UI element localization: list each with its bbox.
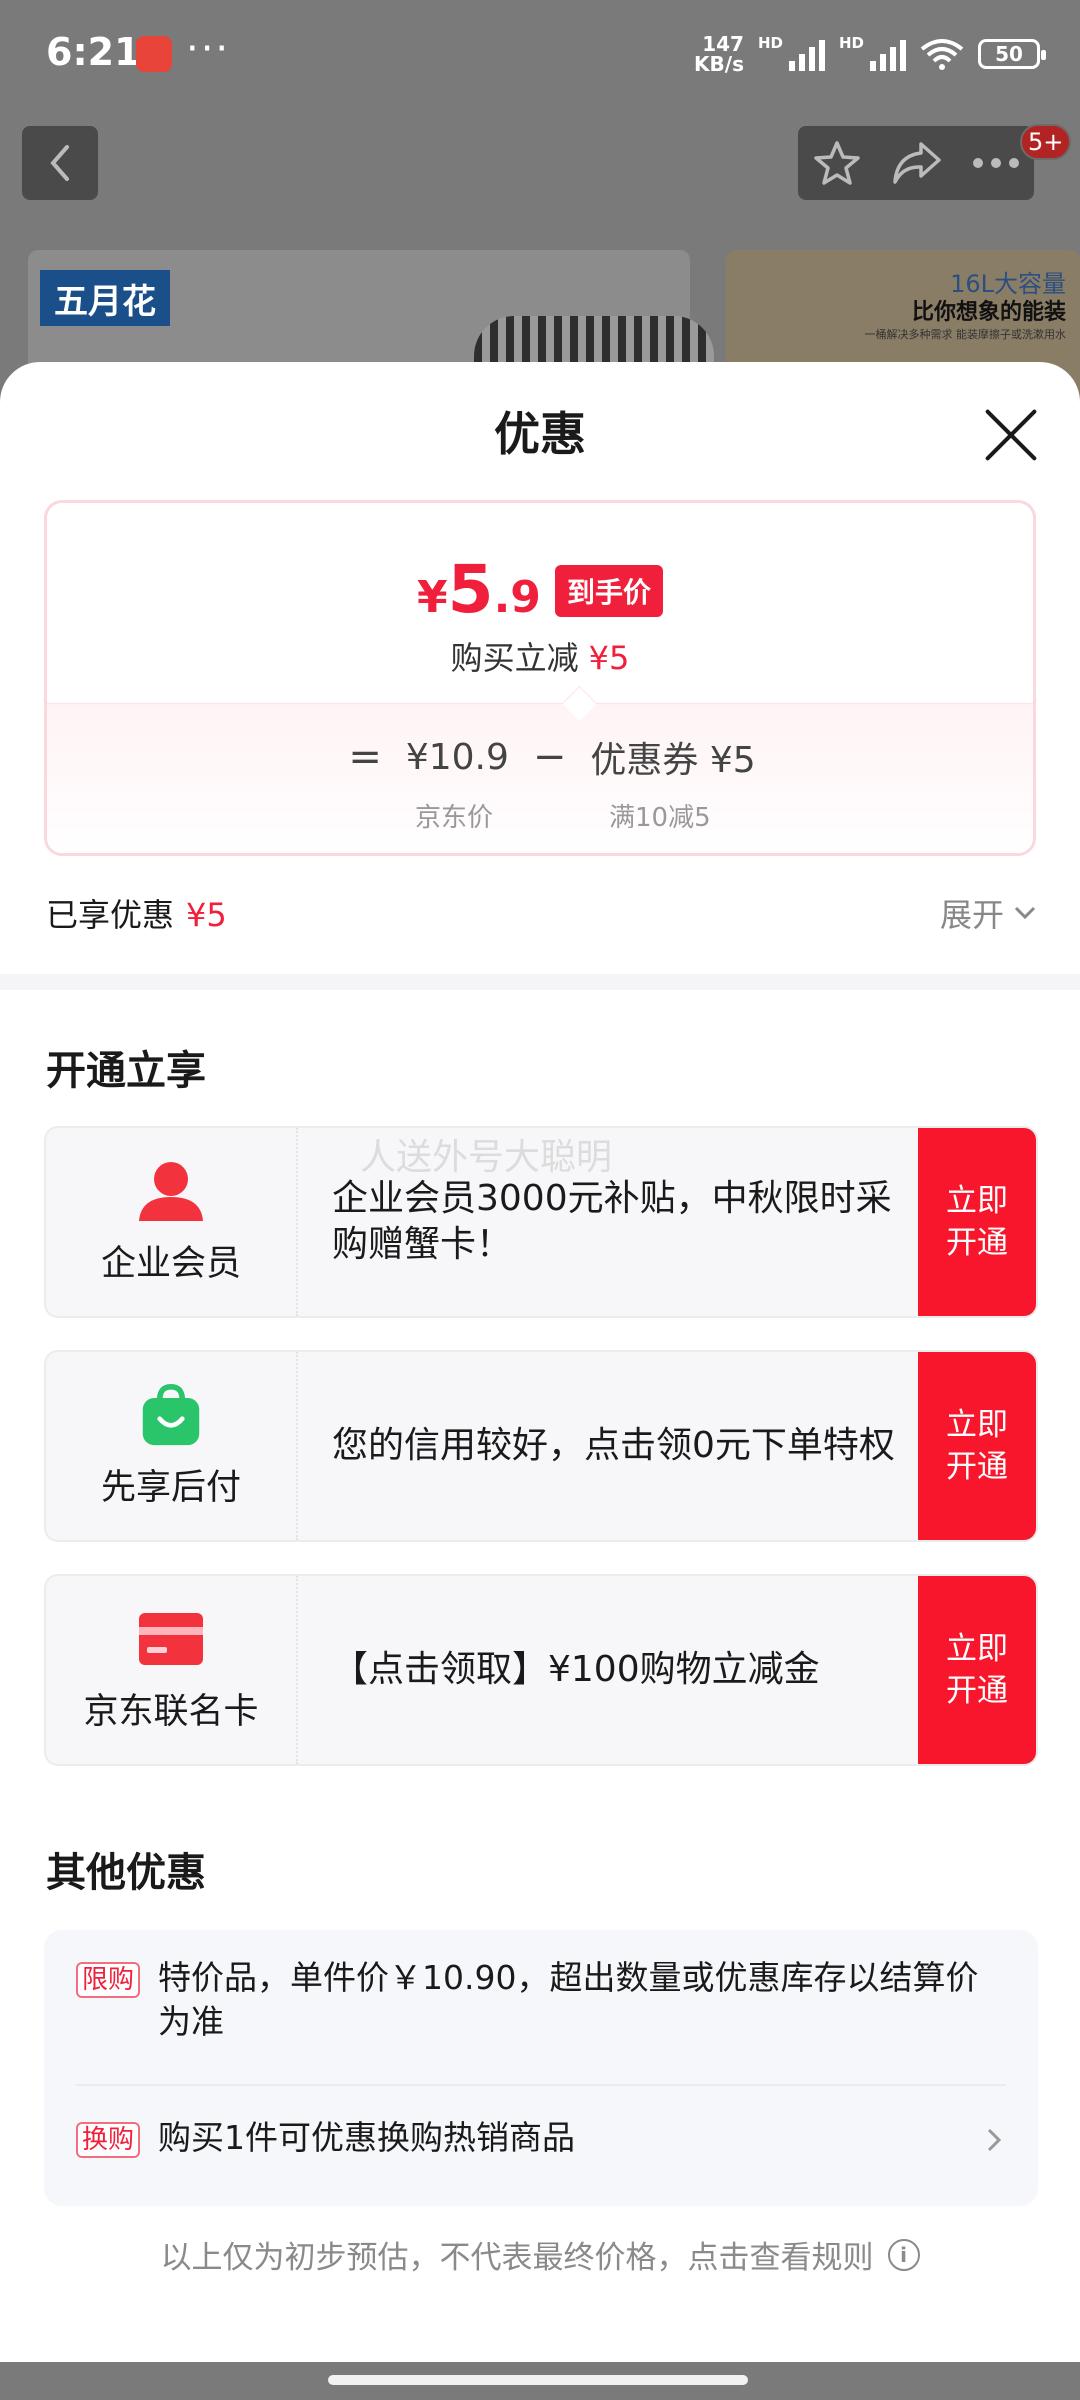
star-icon[interactable] bbox=[812, 138, 862, 188]
final-price-tag: 到手价 bbox=[554, 565, 663, 617]
member-name: 京东联名卡 bbox=[83, 1691, 259, 1732]
limit-tag: 限购 bbox=[76, 1962, 141, 1998]
shopping-bag-icon bbox=[142, 1383, 200, 1445]
wifi-icon bbox=[920, 39, 964, 70]
signal-icon-2 bbox=[870, 37, 906, 71]
network-speed: 147 KB/s bbox=[694, 32, 744, 76]
other-discount-text: 特价品，单件价￥10.90，超出数量或优惠库存以结算价为准 bbox=[158, 1958, 979, 2041]
exchange-offer-row[interactable]: 换购 购买1件可优惠换购热销商品 bbox=[76, 2116, 956, 2160]
chevron-right-icon[interactable] bbox=[980, 2126, 1008, 2154]
jd-price: ¥10.9 bbox=[405, 736, 509, 778]
section-other-title: 其他优惠 bbox=[46, 1850, 206, 1896]
member-description: 您的信用较好，点击领0元下单特权 bbox=[332, 1425, 895, 1466]
open-now-button[interactable]: 立即开通 bbox=[918, 1576, 1036, 1764]
credit-card-icon bbox=[139, 1612, 203, 1665]
other-discounts-card: 限购 特价品，单件价￥10.90，超出数量或优惠库存以结算价为准 换购 购买1件… bbox=[44, 1930, 1038, 2206]
open-now-button[interactable]: 立即开通 bbox=[918, 1352, 1036, 1540]
final-price: ¥ 5 .9 到手价 bbox=[47, 551, 1033, 628]
app-notification-icon bbox=[136, 36, 172, 72]
member-card-pay-later[interactable]: 先享后付 您的信用较好，点击领0元下单特权 立即开通 bbox=[44, 1350, 1038, 1542]
price-disclaimer[interactable]: 以上仅为初步预估，不代表最终价格，点击查看规则 i bbox=[0, 2232, 1080, 2277]
member-description: 【点击领取】¥100购物立减金 bbox=[332, 1649, 820, 1690]
message-badge[interactable]: 5+ bbox=[1020, 124, 1072, 160]
divider bbox=[76, 2084, 1006, 2086]
open-now-button[interactable]: 立即开通 bbox=[918, 1128, 1036, 1316]
status-bar: 6:21 ··· 147 KB/s HD HD 50 bbox=[0, 0, 1080, 110]
coupon-amount: 优惠券 ¥5 bbox=[590, 740, 756, 781]
coupon-rule: 满10减5 bbox=[609, 803, 711, 833]
enjoyed-discount: 已享优惠 ¥5 bbox=[46, 896, 227, 934]
jd-price-label: 京东价 bbox=[415, 803, 494, 833]
member-card-co-brand-card[interactable]: 京东联名卡 【点击领取】¥100购物立减金 立即开通 bbox=[44, 1574, 1038, 1766]
share-icon[interactable] bbox=[891, 140, 943, 186]
section-divider bbox=[0, 974, 1080, 990]
instant-discount: 购买立减 ¥5 bbox=[450, 639, 630, 677]
watermark: 人送外号大聪明 bbox=[360, 1137, 613, 1178]
signal-icon bbox=[788, 37, 825, 71]
brand-logo: 五月花 bbox=[40, 270, 170, 326]
hd-label-2: HD bbox=[838, 34, 864, 52]
section-open-title: 开通立享 bbox=[46, 1048, 206, 1094]
price-formula: = ¥10.9 − 优惠券 ¥5 bbox=[47, 731, 1033, 783]
member-name: 先享后付 bbox=[100, 1467, 241, 1508]
info-icon[interactable]: i bbox=[887, 2238, 920, 2271]
status-time: 6:21 bbox=[46, 30, 141, 74]
back-button[interactable] bbox=[22, 126, 98, 200]
member-name: 企业会员 bbox=[100, 1243, 241, 1284]
expand-toggle[interactable]: 展开 bbox=[940, 890, 1036, 936]
price-breakdown-card: ¥ 5 .9 到手价 购买立减 ¥5 = ¥10.9 − 优惠券 ¥5 京东价 满… bbox=[44, 500, 1036, 856]
person-icon bbox=[139, 1161, 203, 1221]
more-notifications-icon: ··· bbox=[186, 26, 231, 72]
battery-icon: 50 bbox=[978, 39, 1046, 69]
other-discount-text: 购买1件可优惠换购热销商品 bbox=[158, 2118, 576, 2157]
close-icon[interactable] bbox=[982, 406, 1040, 464]
hd-label: HD bbox=[757, 34, 783, 52]
chevron-down-icon bbox=[1014, 906, 1036, 920]
sheet-title: 优惠 bbox=[494, 407, 586, 461]
top-action-group bbox=[798, 126, 1034, 200]
home-indicator[interactable] bbox=[328, 2375, 748, 2385]
chevron-left-icon bbox=[50, 145, 69, 181]
exchange-tag: 换购 bbox=[76, 2122, 141, 2158]
discount-sheet: 优惠 ¥ 5 .9 到手价 购买立减 ¥5 = ¥10.9 − 优惠券 ¥5 京东… bbox=[0, 362, 1080, 2362]
other-discount-item: 限购 特价品，单件价￥10.90，超出数量或优惠库存以结算价为准 bbox=[76, 1956, 1006, 2044]
more-icon[interactable] bbox=[972, 157, 1020, 169]
